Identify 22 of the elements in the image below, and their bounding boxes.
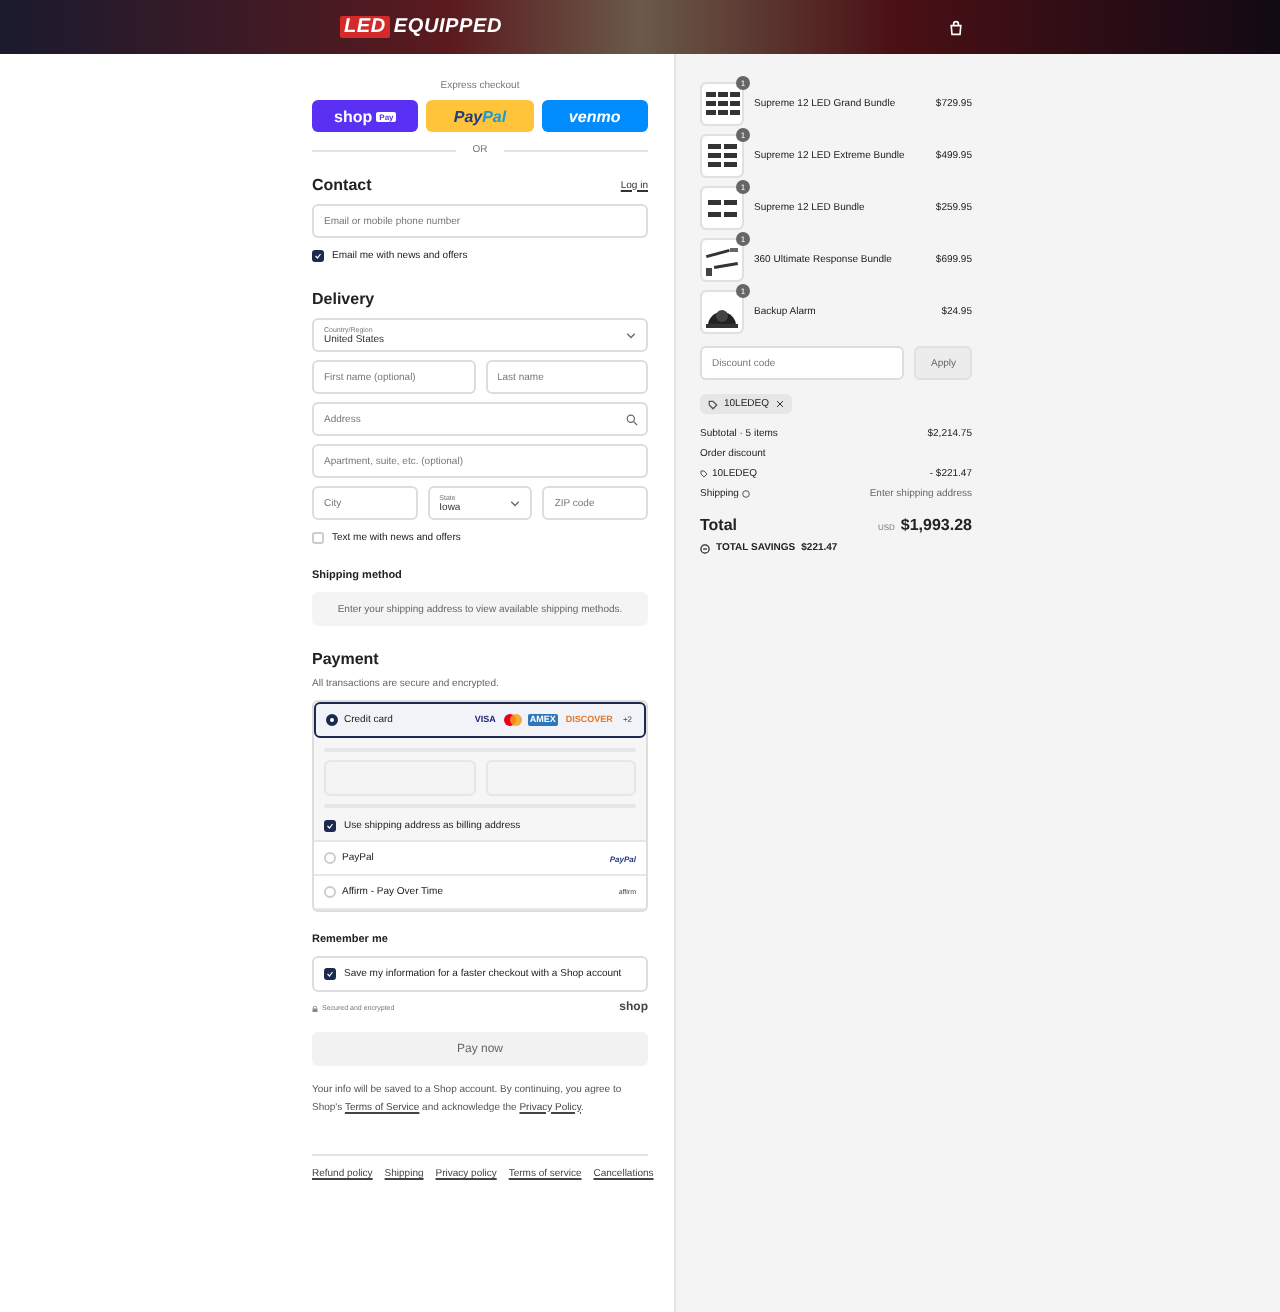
checkbox[interactable] (324, 820, 336, 832)
total-value: $1,993.28 (900, 516, 972, 534)
help-icon[interactable] (742, 490, 751, 498)
lock-icon (312, 1005, 318, 1011)
section-title: Payment (312, 650, 381, 668)
paypal-pay-button[interactable]: PayPal (426, 100, 534, 132)
chevron-down-icon (510, 498, 521, 508)
radio-button[interactable] (326, 714, 338, 726)
remove-icon[interactable] (775, 400, 784, 408)
tag-icon (700, 470, 708, 478)
tag-icon (708, 399, 718, 409)
savings-icon (700, 543, 710, 553)
search-icon[interactable] (626, 413, 638, 425)
checkbox[interactable] (324, 968, 336, 980)
section-title: Contact (312, 176, 372, 194)
checkbox[interactable] (312, 250, 324, 262)
total-label: Total (700, 516, 738, 534)
shopping-bag-icon[interactable] (948, 19, 964, 35)
chevron-down-icon (626, 330, 636, 340)
logo[interactable]: LED EQUIPPED (340, 16, 502, 38)
mastercard-icon (503, 714, 522, 726)
section-title: Delivery (312, 290, 377, 308)
